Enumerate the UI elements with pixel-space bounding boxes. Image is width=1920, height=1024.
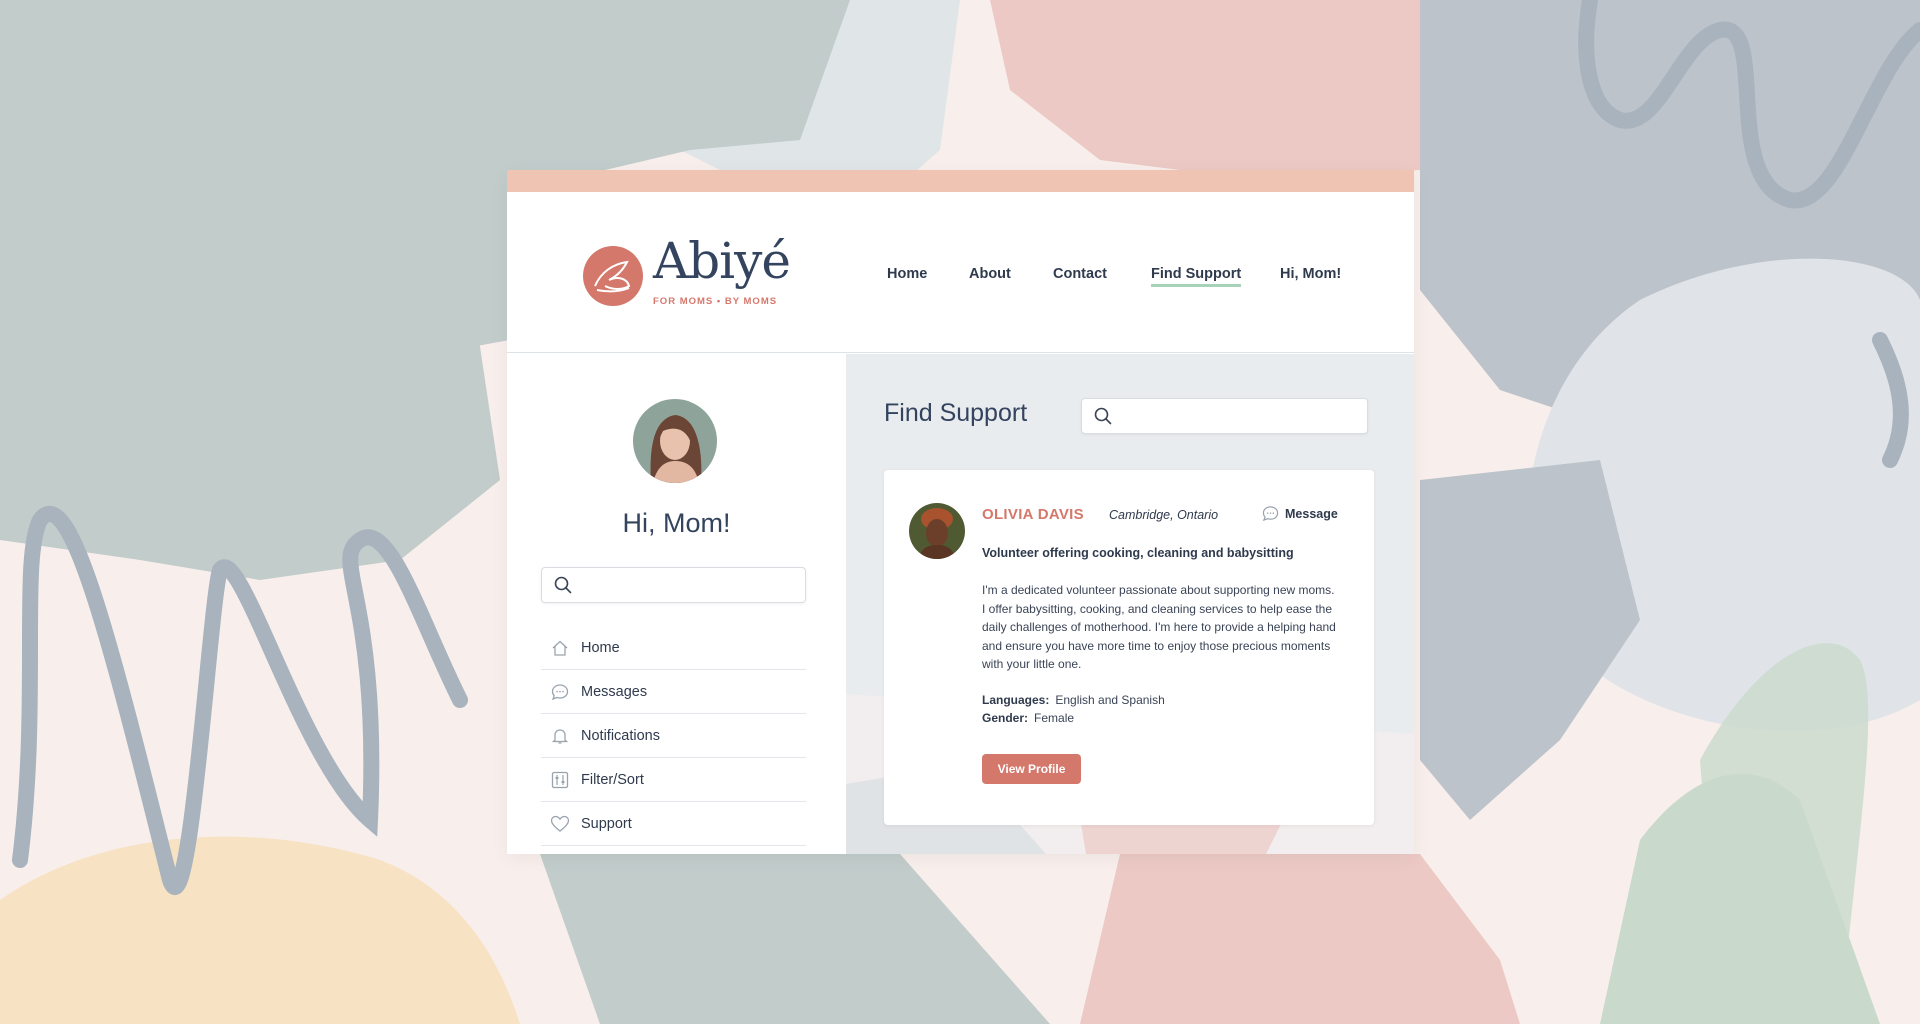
bell-icon bbox=[549, 725, 571, 747]
sidebar-item-filter-sort[interactable]: Filter/Sort bbox=[541, 758, 806, 802]
sidebar-item-label: Messages bbox=[581, 683, 648, 700]
user-avatar[interactable] bbox=[633, 399, 717, 483]
nav-about-link[interactable]: About bbox=[969, 266, 1011, 282]
sidebar-item-label: Notifications bbox=[581, 727, 660, 744]
chat-bubble-icon bbox=[549, 681, 571, 703]
volunteer-location: Cambridge, Ontario bbox=[1109, 508, 1219, 522]
sidebar: Hi, Mom! Home Messages Notifications Fil… bbox=[507, 354, 846, 854]
languages-label: Languages: bbox=[982, 693, 1050, 707]
sidebar-item-label: Support bbox=[581, 815, 632, 832]
search-icon bbox=[554, 576, 572, 594]
main-search[interactable] bbox=[1081, 398, 1368, 434]
site-header: Abiyé FOR MOMS • BY MOMS Home About Cont… bbox=[507, 192, 1414, 353]
gender-value: Female bbox=[1034, 711, 1075, 725]
view-profile-button[interactable]: View Profile bbox=[982, 754, 1081, 784]
heart-icon bbox=[549, 813, 571, 835]
sidebar-greeting: Hi, Mom! bbox=[622, 508, 731, 538]
nav-hi-mom-link[interactable]: Hi, Mom! bbox=[1280, 266, 1341, 282]
languages-value: English and Spanish bbox=[1055, 693, 1165, 707]
volunteer-gender: Gender: Female bbox=[982, 711, 1074, 725]
message-button-label: Message bbox=[1285, 506, 1338, 521]
sidebar-item-messages[interactable]: Messages bbox=[541, 670, 806, 714]
volunteer-headline: Volunteer offering cooking, cleaning and… bbox=[982, 546, 1294, 560]
sidebar-item-support[interactable]: Support bbox=[541, 802, 806, 846]
main-search-input[interactable] bbox=[1122, 403, 1359, 429]
nav-contact-link[interactable]: Contact bbox=[1053, 266, 1107, 282]
nav-home-link[interactable]: Home bbox=[887, 266, 927, 282]
brand-name: Abiyé bbox=[653, 232, 791, 290]
search-icon bbox=[1094, 407, 1112, 425]
top-accent-bar bbox=[507, 170, 1414, 192]
home-icon bbox=[549, 637, 571, 659]
logo-mark-icon bbox=[583, 246, 643, 306]
sidebar-search[interactable] bbox=[541, 567, 806, 603]
brand-tagline: FOR MOMS • BY MOMS bbox=[653, 296, 778, 307]
volunteer-languages: Languages: English and Spanish bbox=[982, 693, 1165, 707]
sidebar-item-notifications[interactable]: Notifications bbox=[541, 714, 806, 758]
main-content: Find Support OLIVIA DAVIS Cambridge, Ont… bbox=[846, 354, 1414, 854]
app-window: Abiyé FOR MOMS • BY MOMS Home About Cont… bbox=[507, 170, 1414, 854]
chat-bubble-icon bbox=[1262, 506, 1279, 522]
message-button[interactable]: Message bbox=[1262, 505, 1338, 522]
support-result-card: OLIVIA DAVIS Cambridge, Ontario Message … bbox=[884, 470, 1374, 825]
page-title: Find Support bbox=[884, 399, 1028, 427]
sidebar-search-input[interactable] bbox=[582, 572, 797, 598]
sidebar-item-home[interactable]: Home bbox=[541, 626, 806, 670]
volunteer-bio: I'm a dedicated volunteer passionate abo… bbox=[982, 583, 1336, 671]
sidebar-menu: Home Messages Notifications Filter/Sort bbox=[541, 626, 806, 846]
gender-label: Gender: bbox=[982, 711, 1029, 725]
sidebar-item-label: Filter/Sort bbox=[581, 771, 644, 788]
volunteer-name[interactable]: OLIVIA DAVIS bbox=[982, 506, 1084, 523]
sidebar-item-label: Home bbox=[581, 639, 620, 656]
volunteer-avatar[interactable] bbox=[909, 503, 965, 559]
filter-icon bbox=[549, 769, 571, 791]
nav-find-support-link[interactable]: Find Support bbox=[1151, 266, 1242, 287]
